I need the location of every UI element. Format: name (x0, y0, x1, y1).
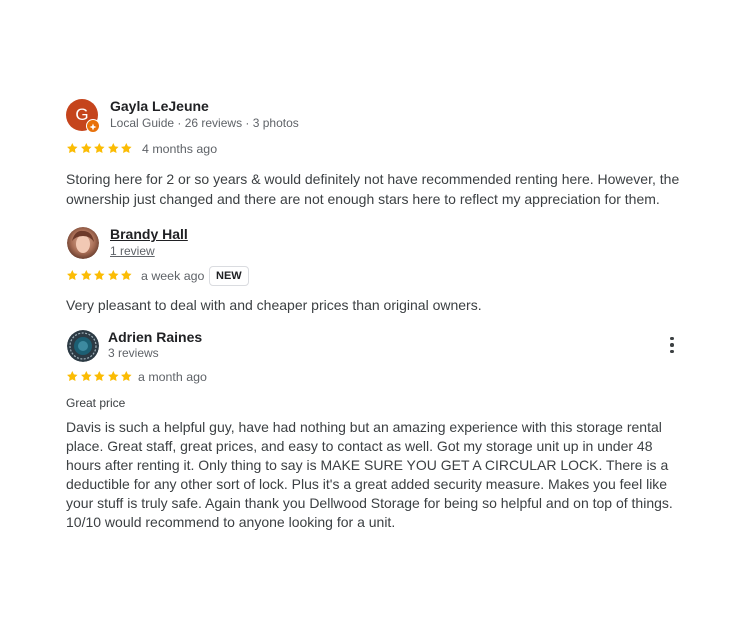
star-icon (94, 270, 105, 281)
star-icon (67, 143, 78, 154)
review-time: a week ago (141, 269, 205, 283)
star-icon (107, 371, 119, 382)
new-badge: NEW (209, 266, 249, 286)
star-icon (107, 270, 119, 281)
reviewer-name[interactable]: Adrien Raines (108, 329, 202, 345)
reviewer-meta[interactable]: 3 reviews (108, 346, 159, 360)
star-rating (66, 269, 133, 283)
avatar-photo (67, 227, 99, 259)
star-rating (66, 142, 133, 156)
star-icon (80, 371, 92, 382)
review-text: Storing here for 2 or so years & would d… (66, 171, 680, 207)
avatar[interactable] (67, 330, 99, 362)
star-icon (107, 143, 119, 154)
reviewer-name[interactable]: Brandy Hall (110, 226, 188, 242)
star-icon (94, 143, 105, 154)
review-text: Davis is such a helpful guy, have had no… (66, 419, 673, 530)
more-vert-icon-dot (670, 343, 674, 347)
more-options-button[interactable] (662, 335, 682, 355)
star-icon (67, 371, 78, 382)
local-guide-badge-icon (86, 119, 100, 133)
star-icon (80, 270, 92, 281)
review-time: a month ago (138, 370, 207, 384)
avatar[interactable] (67, 227, 99, 259)
star-icon (121, 270, 132, 281)
star-rating (66, 370, 133, 384)
review-text: Very pleasant to deal with and cheaper p… (66, 297, 482, 313)
reviewer-name[interactable]: Gayla LeJeune (110, 98, 209, 114)
more-vert-icon (670, 336, 674, 341)
avatar[interactable]: G (66, 99, 100, 133)
star-icon (94, 371, 105, 382)
star-icon (67, 270, 78, 281)
review-time: 4 months ago (142, 142, 218, 156)
reviewer-meta[interactable]: 1 review (110, 244, 155, 258)
reviewer-meta[interactable]: Local Guide · 26 reviews · 3 photos (110, 116, 299, 130)
star-icon (121, 371, 132, 382)
avatar-photo (67, 330, 99, 362)
review-highlight: Great price (66, 396, 126, 410)
star-icon (121, 143, 132, 154)
star-icon (80, 143, 92, 154)
more-vert-icon-dot (670, 349, 674, 354)
